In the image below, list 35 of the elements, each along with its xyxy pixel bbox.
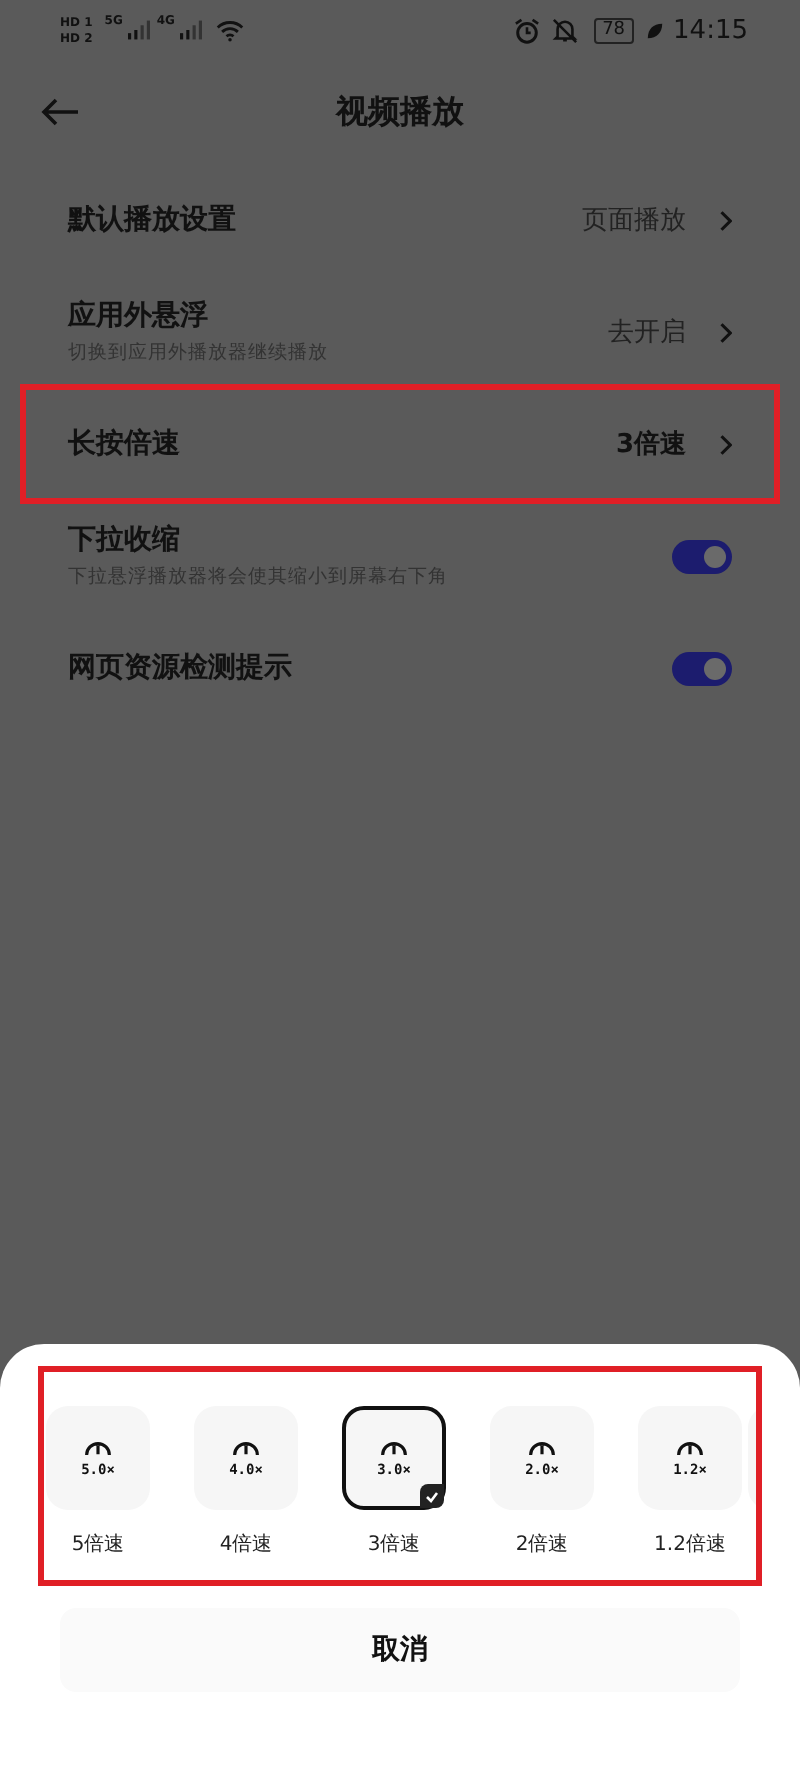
toggle-switch[interactable] [672,651,732,685]
check-icon [420,1484,444,1508]
clock-time: 14:15 [673,15,748,45]
back-arrow-icon[interactable] [40,96,80,128]
toggle-switch[interactable] [672,539,732,573]
speed-option-label: 1.2倍速 [654,1531,726,1558]
alarm-icon [514,17,541,43]
cancel-button[interactable]: 取消 [60,1608,740,1692]
gauge-icon [380,1439,408,1455]
chevron-icon [718,433,732,455]
battery-level: 78 [594,17,634,43]
setting-title: 应用外悬浮 [68,298,210,334]
signal-icon [128,20,151,40]
bell-off-icon [552,17,579,43]
setting-title: 长按倍速 [68,426,182,462]
setting-value: 3倍速 [615,427,686,462]
gauge-icon [676,1439,704,1455]
setting-value: 页面播放 [582,204,686,238]
speed-option-label: 2倍速 [515,1531,569,1558]
gauge-icon [84,1439,112,1455]
chevron-icon [718,209,732,231]
leaf-icon [645,21,664,39]
signal-icon [180,20,203,40]
chevron-icon [718,321,732,343]
setting-title: 下拉收缩 [68,522,182,558]
wifi-icon [216,19,245,41]
setting-title: 网页资源检测提示 [68,650,294,686]
speed-option-label: 4倍速 [219,1531,273,1558]
page-title: 视频播放 [336,91,464,133]
setting-title: 默认播放设置 [68,202,238,238]
speed-option-label: 3倍速 [367,1531,421,1558]
setting-value: 去开启 [608,316,686,350]
gauge-icon [232,1439,260,1455]
gauge-icon [528,1439,556,1455]
speed-option-label: 5倍速 [71,1531,125,1558]
